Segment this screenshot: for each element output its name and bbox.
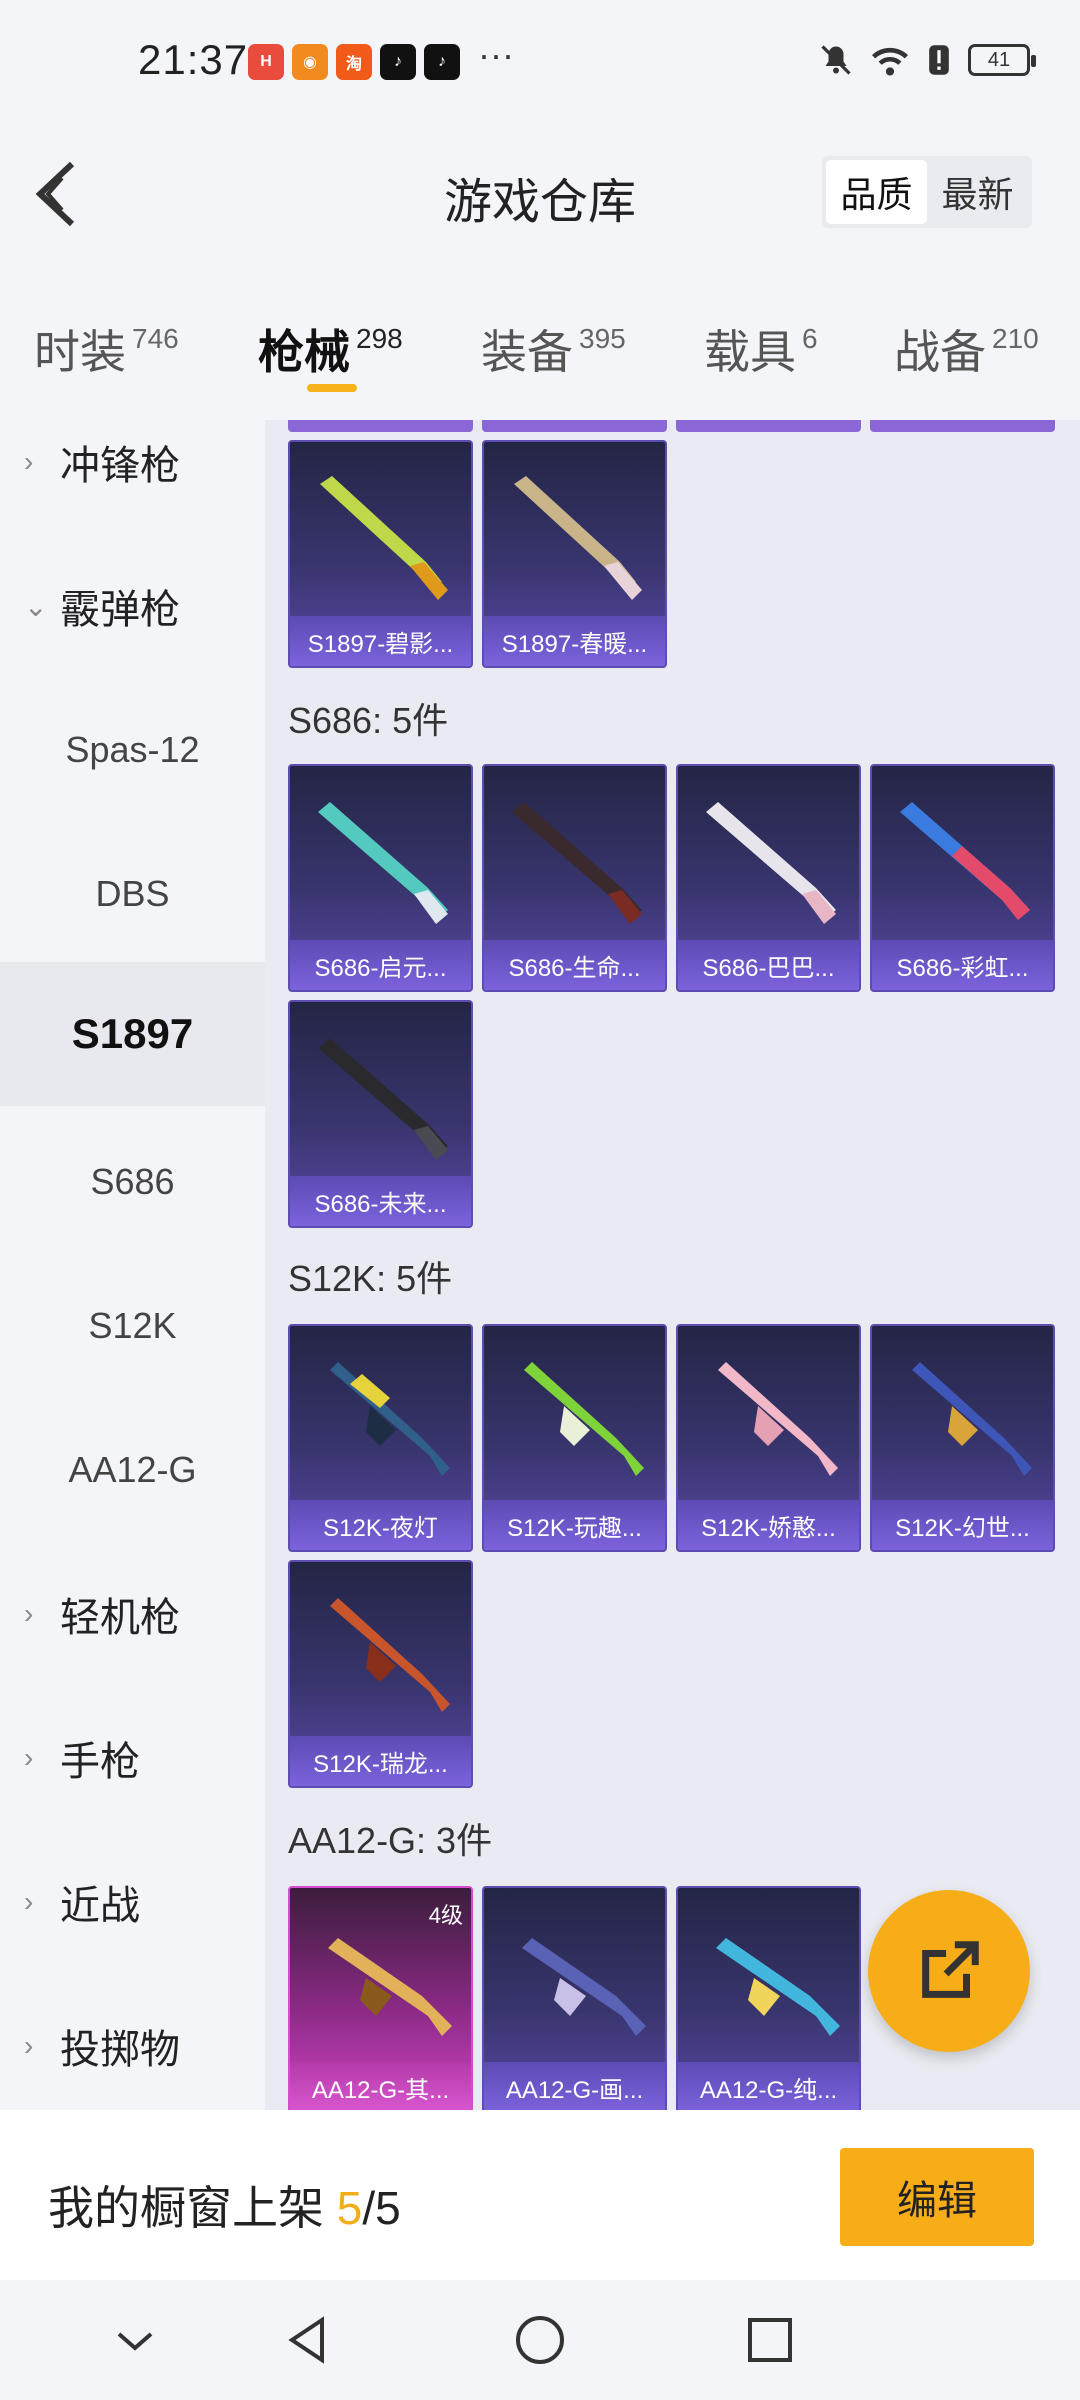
rifle-icon — [716, 1938, 840, 2036]
notification-icons: H ◉ 淘 ♪ ♪ — [248, 44, 460, 80]
system-nav-bar — [0, 2280, 1080, 2400]
app-notification-icon: ◉ — [292, 44, 328, 80]
item-card[interactable]: S12K-夜灯 — [288, 1324, 473, 1552]
card-edge — [870, 420, 1055, 432]
showcase-count: 5 — [336, 2182, 363, 2234]
edit-button[interactable]: 编辑 — [840, 2148, 1034, 2246]
home-circle-icon[interactable] — [510, 2310, 570, 2370]
huawei-app-icon: H — [248, 44, 284, 80]
tab-supplies[interactable]: 战备 210 — [894, 316, 1039, 382]
chevron-down-icon: ⌄ — [24, 590, 48, 622]
sidebar-item-melee[interactable]: › 近战 — [0, 1830, 265, 1974]
sidebar-item-shotgun[interactable]: ⌄ 霰弹枪 — [0, 534, 265, 678]
sidebar-item-dbs[interactable]: DBS — [0, 822, 265, 966]
taobao-icon: 淘 — [336, 44, 372, 80]
rifle-icon — [718, 1362, 838, 1476]
item-card[interactable]: S686-巴巴... — [676, 764, 861, 992]
more-notifications-icon: ··· — [478, 34, 514, 75]
shotgun-icon — [900, 802, 1030, 920]
shotgun-icon — [514, 476, 642, 600]
mute-bell-icon — [821, 45, 851, 75]
sort-latest-button[interactable]: 最新 — [927, 160, 1028, 224]
alert-icon — [929, 45, 949, 75]
shotgun-icon — [318, 1038, 448, 1160]
wifi-icon — [872, 47, 908, 76]
item-card[interactable]: S686-彩虹... — [870, 764, 1055, 992]
item-card[interactable]: 4级 AA12-G-其... — [288, 1886, 473, 2110]
rifle-icon — [524, 1362, 644, 1476]
tab-guns[interactable]: 枪械 298 — [258, 316, 403, 382]
section-title-aa12g: AA12-G: 3件 — [288, 1820, 493, 1861]
share-button[interactable] — [868, 1890, 1030, 2052]
item-card[interactable]: AA12-G-纯... — [676, 1886, 861, 2110]
back-triangle-icon[interactable] — [278, 2310, 338, 2370]
item-card[interactable]: S686-生命... — [482, 764, 667, 992]
tab-fashion[interactable]: 时装 746 — [34, 316, 179, 382]
sidebar-item-s12k[interactable]: S12K — [0, 1254, 265, 1398]
tab-equipment[interactable]: 装备 395 — [481, 316, 626, 382]
chevron-right-icon: › — [24, 1598, 34, 1629]
rifle-icon — [330, 1598, 450, 1712]
card-edge — [676, 420, 861, 432]
item-card[interactable]: S1897-碧影... — [288, 440, 473, 668]
item-card[interactable]: S686-启元... — [288, 764, 473, 992]
chevron-right-icon: › — [24, 1742, 34, 1773]
recents-square-icon[interactable] — [740, 2310, 800, 2370]
chevron-right-icon: › — [24, 2030, 34, 2061]
item-card[interactable]: AA12-G-画... — [482, 1886, 667, 2110]
section-title-s686: S686: 5件 — [288, 700, 449, 741]
sidebar-item-lmg[interactable]: › 轻机枪 — [0, 1542, 265, 1686]
sort-quality-button[interactable]: 品质 — [826, 160, 927, 224]
sidebar-item-throwable[interactable]: › 投掷物 — [0, 1974, 265, 2118]
item-card[interactable]: S12K-玩趣... — [482, 1324, 667, 1552]
item-grid: S1897-碧影... S1897-春暖... S686: 5件 S686-启元… — [265, 420, 1080, 2110]
share-external-icon — [922, 1941, 979, 1998]
rifle-icon — [328, 1938, 452, 2036]
sidebar: › 冲锋枪 ⌄ 霰弹枪 Spas-12 DBS S1897 S686 S12K AA… — [0, 420, 265, 2110]
shotgun-icon — [706, 802, 836, 924]
tiktok-icon-2: ♪ — [424, 44, 460, 80]
battery-icon: 41 — [968, 44, 1036, 76]
sidebar-item-pistol[interactable]: › 手枪 — [0, 1686, 265, 1830]
chevron-right-icon: › — [24, 446, 34, 477]
sort-toggle: 品质 最新 — [822, 156, 1032, 228]
sidebar-item-s686[interactable]: S686 — [0, 1110, 265, 1254]
header: 游戏仓库 品质 最新 — [0, 108, 1080, 278]
rifle-icon — [330, 1362, 450, 1476]
item-card[interactable]: S12K-娇憨... — [676, 1324, 861, 1552]
sidebar-item-smg[interactable]: › 冲锋枪 — [0, 390, 265, 534]
status-time: 21:37 — [138, 36, 249, 83]
item-card[interactable]: S1897-春暖... — [482, 440, 667, 668]
sidebar-item-aa12g[interactable]: AA12-G — [0, 1398, 265, 1542]
showcase-bar: 我的橱窗上架 5/5 编辑 — [0, 2110, 1080, 2280]
active-tab-indicator — [307, 384, 357, 392]
item-card[interactable]: S12K-瑞龙... — [288, 1560, 473, 1788]
item-card[interactable]: S12K-幻世... — [870, 1324, 1055, 1552]
rifle-icon — [522, 1938, 646, 2036]
card-edge — [288, 420, 473, 432]
shotgun-icon — [320, 476, 448, 600]
sidebar-item-spas12[interactable]: Spas-12 — [0, 678, 265, 822]
showcase-label: 我的橱窗上架 5/5 — [48, 2182, 401, 2234]
section-title-s12k: S12K: 5件 — [288, 1258, 453, 1299]
status-bar: 21:37 H ◉ 淘 ♪ ♪ ··· 41 — [0, 0, 1080, 108]
sidebar-item-s1897[interactable]: S1897 — [0, 962, 265, 1106]
rifle-icon — [912, 1362, 1032, 1476]
shotgun-icon — [512, 802, 642, 924]
chevron-right-icon: › — [24, 1886, 34, 1917]
shotgun-icon — [318, 802, 448, 924]
tiktok-icon: ♪ — [380, 44, 416, 80]
tab-vehicles[interactable]: 载具 6 — [704, 316, 818, 382]
card-edge — [482, 420, 667, 432]
item-card[interactable]: S686-未来... — [288, 1000, 473, 1228]
chevron-down-icon[interactable] — [105, 2310, 165, 2370]
